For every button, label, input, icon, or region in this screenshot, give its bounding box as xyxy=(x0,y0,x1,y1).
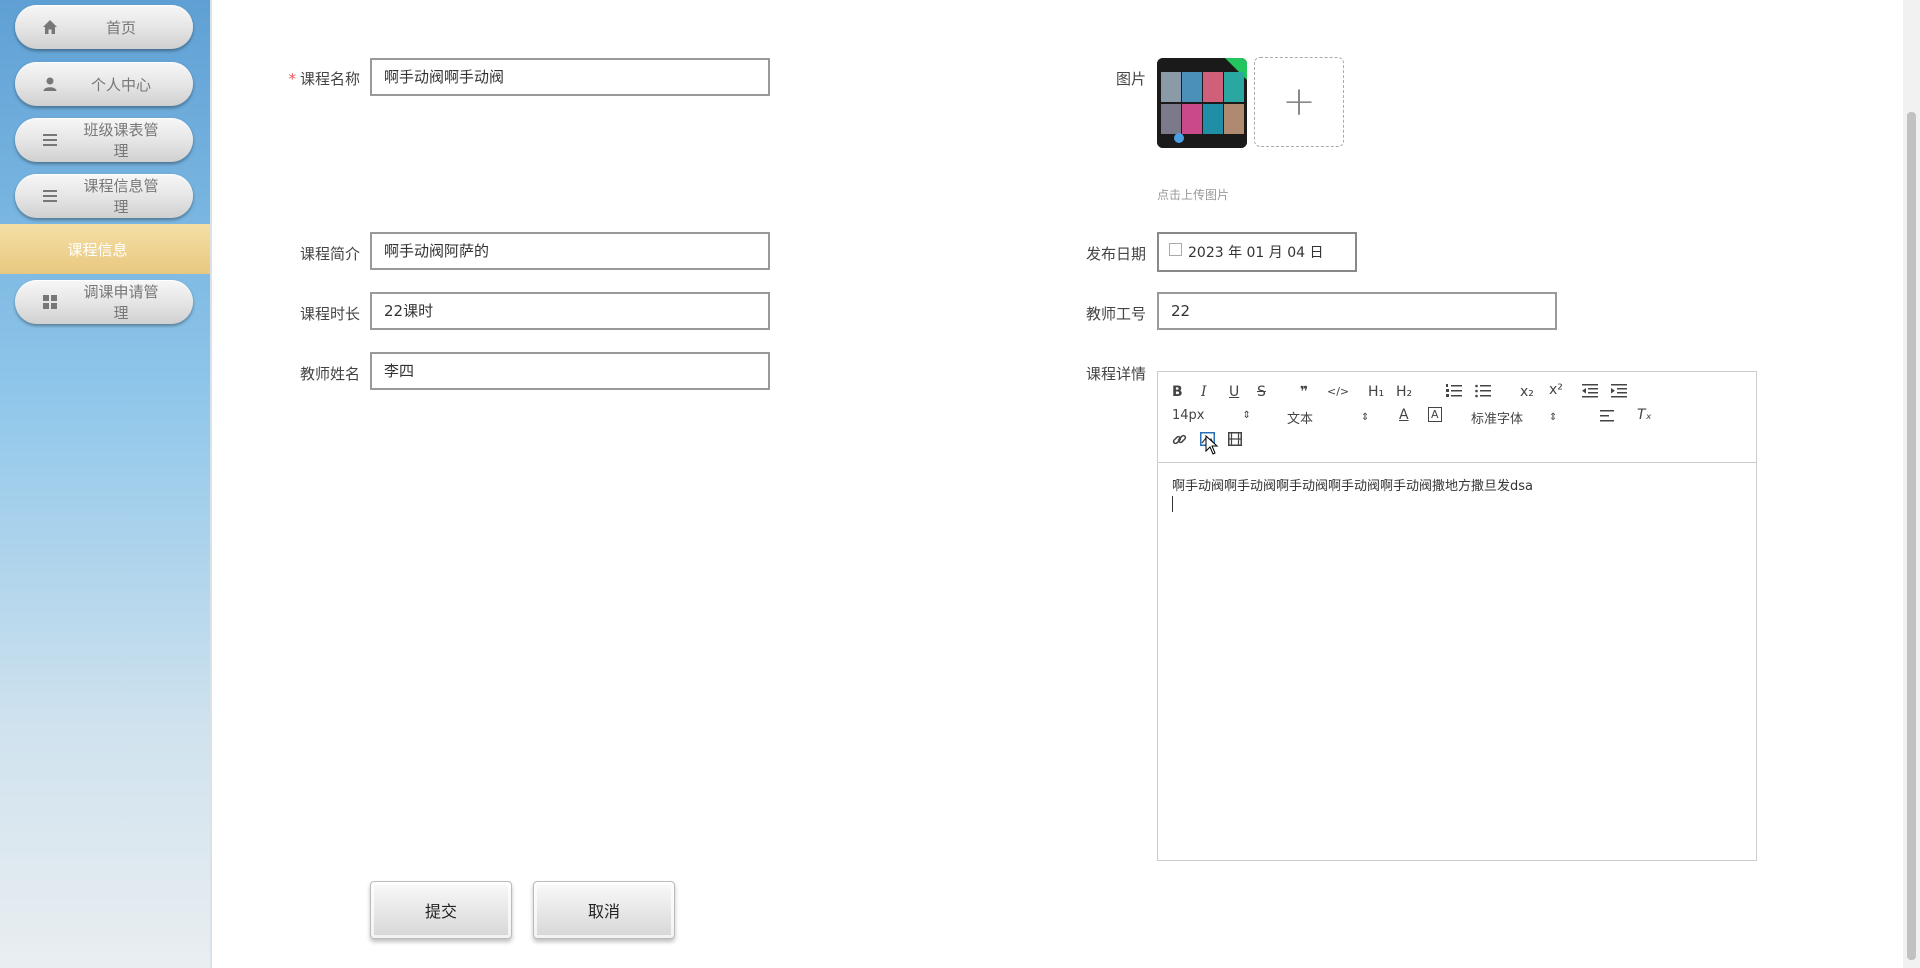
sidebar-item-label: 课程信息管理 xyxy=(83,177,159,216)
font-family-value: 标准字体 xyxy=(1471,412,1524,427)
clear-format-button[interactable]: Tₓ xyxy=(1637,407,1652,423)
text-type-value: 文本 xyxy=(1287,412,1314,427)
subscript-button[interactable]: x₂ xyxy=(1520,384,1534,400)
video-icon[interactable] xyxy=(1228,432,1242,446)
teacher-name-label: 教师姓名 xyxy=(299,365,360,383)
mouse-cursor-icon xyxy=(1205,435,1219,455)
strike-button[interactable]: S xyxy=(1257,384,1266,400)
sidebar-item-course-change[interactable]: 调课申请管理 xyxy=(15,280,193,324)
duration-input[interactable]: 22课时 xyxy=(370,292,770,330)
user-icon xyxy=(41,75,59,93)
select-arrows-icon: ⇕ xyxy=(1361,412,1370,423)
sidebar-item-label: 首页 xyxy=(105,18,136,37)
font-size-value: 14px xyxy=(1172,408,1205,423)
sidebar-item-label: 个人中心 xyxy=(90,75,151,94)
page-scrollbar[interactable] xyxy=(1903,0,1920,968)
background-color-button[interactable]: A xyxy=(1428,407,1442,422)
ordered-list-icon[interactable] xyxy=(1446,384,1462,398)
uploaded-image-thumbnail[interactable] xyxy=(1157,58,1247,148)
outdent-icon[interactable] xyxy=(1582,384,1598,398)
rich-text-editor[interactable]: B I U S ❞ </> H₁ H₂ x₂ x² 14px ⇕ 文本 ⇕ A A … xyxy=(1157,371,1757,861)
sidebar-item-label: 班级课表管理 xyxy=(83,121,159,160)
sidebar-item-profile[interactable]: 个人中心 xyxy=(15,62,193,106)
course-name-label-text: 课程名称 xyxy=(299,70,360,88)
duration-label: 课程时长 xyxy=(299,305,360,323)
sidebar-item-label: 课程信息 xyxy=(67,240,128,259)
bold-button[interactable]: B xyxy=(1172,384,1183,400)
plus-icon: + xyxy=(1282,79,1316,125)
indent-icon[interactable] xyxy=(1611,384,1627,398)
text-caret xyxy=(1172,496,1173,512)
cancel-button[interactable]: 取消 xyxy=(533,881,675,939)
select-arrows-icon: ⇕ xyxy=(1549,412,1558,423)
h2-button[interactable]: H₂ xyxy=(1396,384,1412,400)
h1-button[interactable]: H₁ xyxy=(1368,384,1384,400)
text-type-select[interactable]: 文本 ⇕ xyxy=(1287,408,1369,427)
required-mark: * xyxy=(288,70,296,88)
upload-hint: 点击上传图片 xyxy=(1157,188,1230,202)
details-label: 课程详情 xyxy=(1085,365,1146,383)
quote-button[interactable]: ❞ xyxy=(1300,384,1308,400)
publish-date-value: 2023 年 01 月 04 日 xyxy=(1188,245,1324,261)
teacher-id-input[interactable]: 22 xyxy=(1157,292,1557,330)
image-upload-button[interactable]: + xyxy=(1254,57,1344,147)
list-icon xyxy=(41,131,59,149)
align-icon[interactable] xyxy=(1600,410,1614,422)
italic-button[interactable]: I xyxy=(1201,384,1207,400)
editor-content[interactable]: 啊手动阀啊手动阀啊手动阀啊手动阀啊手动阀撒地方撒旦发dsa xyxy=(1158,463,1756,524)
editor-toolbar: B I U S ❞ </> H₁ H₂ x₂ x² 14px ⇕ 文本 ⇕ A A … xyxy=(1158,372,1756,463)
teacher-id-label: 教师工号 xyxy=(1085,305,1146,323)
font-color-button[interactable]: A xyxy=(1399,407,1409,423)
sidebar-item-home[interactable]: 首页 xyxy=(15,5,193,49)
underline-button[interactable]: U xyxy=(1229,384,1239,400)
intro-label: 课程简介 xyxy=(299,245,360,263)
font-size-select[interactable]: 14px ⇕ xyxy=(1172,408,1251,423)
course-name-input[interactable]: 啊手动阀啊手动阀 xyxy=(370,58,770,96)
font-family-select[interactable]: 标准字体 ⇕ xyxy=(1471,408,1557,427)
list-icon xyxy=(41,187,59,205)
link-icon[interactable] xyxy=(1172,432,1187,447)
publish-date-label: 发布日期 xyxy=(1085,245,1146,263)
code-button[interactable]: </> xyxy=(1327,385,1349,398)
bullet-list-icon[interactable] xyxy=(1475,384,1491,398)
scrollbar-thumb[interactable] xyxy=(1907,112,1916,960)
image-label: 图片 xyxy=(1115,70,1146,88)
teacher-name-input[interactable]: 李四 xyxy=(370,352,770,390)
superscript-button[interactable]: x² xyxy=(1549,382,1563,398)
grid-icon xyxy=(41,293,59,311)
submit-button[interactable]: 提交 xyxy=(370,881,512,939)
home-icon xyxy=(41,18,59,36)
editor-text: 啊手动阀啊手动阀啊手动阀啊手动阀啊手动阀撒地方撒旦发dsa xyxy=(1172,479,1533,494)
sidebar: 首页 个人中心 班级课表管理 课程信息管理 课程信息 调课申请管理 xyxy=(0,0,212,968)
sidebar-item-class-schedule[interactable]: 班级课表管理 xyxy=(15,118,193,162)
course-name-label: * 课程名称 xyxy=(260,68,360,89)
select-arrows-icon: ⇕ xyxy=(1242,410,1251,421)
calendar-icon xyxy=(1169,242,1182,256)
sidebar-item-course-info[interactable]: 课程信息 xyxy=(0,224,210,274)
publish-date-picker[interactable]: 2023 年 01 月 04 日 xyxy=(1157,232,1357,272)
sidebar-item-label: 调课申请管理 xyxy=(83,283,159,322)
intro-input[interactable]: 啊手动阀阿萨的 xyxy=(370,232,770,270)
sidebar-item-course-management[interactable]: 课程信息管理 xyxy=(15,174,193,218)
